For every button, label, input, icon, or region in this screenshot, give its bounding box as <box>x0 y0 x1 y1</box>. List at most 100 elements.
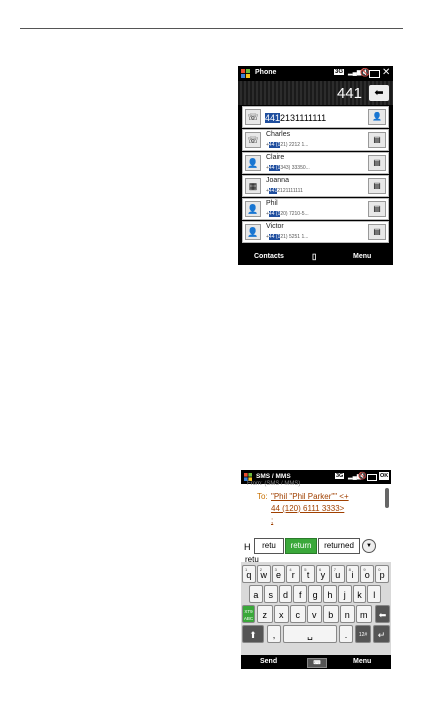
shift-key[interactable]: ⬆ <box>242 625 264 643</box>
key-j[interactable]: j <box>337 585 352 603</box>
key-d[interactable]: d <box>278 585 293 603</box>
key-label: r <box>291 570 295 580</box>
key-c[interactable]: c <box>290 605 306 623</box>
keyboard-toggle-icon[interactable]: ⌨ <box>307 658 327 668</box>
contact-card-icon[interactable]: ▤ <box>368 201 386 217</box>
battery-icon <box>369 70 380 78</box>
list-item[interactable]: 👤 Claire +44 (1343) 33350... ▤ <box>242 152 389 174</box>
contact-name: Joanna <box>266 177 289 184</box>
ok-button[interactable]: OK <box>379 472 390 480</box>
windows-logo-icon[interactable] <box>244 473 252 481</box>
key-label: f <box>299 590 302 600</box>
contact-number: +4412121111111 <box>266 188 303 194</box>
key-f[interactable]: f <box>293 585 308 603</box>
menu-softkey[interactable]: Menu <box>353 658 371 665</box>
key-label: v <box>312 610 317 620</box>
key-number-hint: 0 <box>378 567 381 572</box>
add-contact-icon[interactable]: 👤 <box>368 109 386 125</box>
contact-card-icon[interactable]: ▤ <box>368 178 386 194</box>
phone-status-bar: Phone 3G ▂▄▆ 🔇 ✕ <box>238 66 393 81</box>
chevron-down-icon[interactable]: ▼ <box>362 539 376 553</box>
list-item[interactable]: 👤 Phil +44 (120) 7210-5... ▤ <box>242 198 389 220</box>
backspace-key[interactable]: ⬅ <box>375 605 390 623</box>
key-p[interactable]: 0p <box>375 565 389 583</box>
call-icon[interactable]: ☏ <box>245 132 261 148</box>
contact-name: Claire <box>266 154 285 161</box>
key-o[interactable]: 9o <box>360 565 375 583</box>
contact-card-icon[interactable]: ▤ <box>368 132 386 148</box>
key-e[interactable]: 3e <box>271 565 286 583</box>
key-k[interactable]: k <box>352 585 367 603</box>
suggestion-item-selected[interactable]: return <box>285 538 317 554</box>
sms-app-title: SMS / MMS <box>256 473 291 480</box>
period-key[interactable]: . <box>339 625 353 643</box>
keypad-toggle-icon[interactable]: ▯ <box>312 252 316 261</box>
contact-name: Charles <box>266 131 291 138</box>
space-key[interactable]: ␣ <box>283 625 337 643</box>
key-label: b <box>328 610 334 620</box>
key-a[interactable]: a <box>249 585 263 603</box>
from-field: From: (SMS / MMS) <box>247 481 301 487</box>
key-x[interactable]: x <box>273 605 289 623</box>
send-softkey[interactable]: Send <box>260 658 277 665</box>
sim-icon: ▦ <box>245 178 261 194</box>
key-number-hint: 8 <box>348 567 351 572</box>
key-v[interactable]: v <box>306 605 322 623</box>
close-icon[interactable]: ✕ <box>382 67 390 78</box>
enter-key[interactable]: ↵ <box>373 625 390 643</box>
message-compose-area[interactable]: From: (SMS / MMS) To: "Phil "Phil Parker… <box>241 481 391 564</box>
recipient-line-3[interactable]: ; <box>271 516 273 525</box>
key-z[interactable]: z <box>257 605 273 623</box>
input-mode-key[interactable]: XT9 ABC <box>242 605 255 623</box>
call-icon[interactable]: ☏ <box>245 109 261 125</box>
symbol-key[interactable]: 12# <box>355 625 371 643</box>
key-y[interactable]: 6y <box>316 565 330 583</box>
contact-number: +44 (121) 2212 1... <box>266 142 309 148</box>
key-label: y <box>320 570 326 580</box>
recipient-line-1[interactable]: "Phil "Phil Parker"" <+ <box>271 492 349 501</box>
suggestion-item[interactable]: retu <box>254 538 284 554</box>
network-3g-icon: 3G <box>335 473 345 479</box>
sms-screenshot: SMS / MMS 3G ▂▄▆ 🔇 OK From: (SMS / MMS) … <box>241 470 391 669</box>
backspace-button[interactable]: ⬅ <box>369 85 389 101</box>
message-text[interactable]: H <box>244 542 251 552</box>
scrollbar[interactable] <box>385 488 389 508</box>
key-number-hint: 5 <box>304 567 307 572</box>
key-g[interactable]: g <box>308 585 322 603</box>
recipient-line-2[interactable]: 44 (120) 6111 3333> <box>271 504 344 513</box>
list-item[interactable]: 👤 Victor +44 (121) 5251 1... ▤ <box>242 221 389 243</box>
menu-softkey[interactable]: Menu <box>353 253 371 260</box>
contact-card-icon[interactable]: ▤ <box>368 155 386 171</box>
key-label: x <box>279 610 284 620</box>
comma-key[interactable]: , <box>267 625 281 643</box>
keyboard-row: asd fghj k l <box>241 584 391 604</box>
key-label: i <box>351 570 354 580</box>
key-m[interactable]: m <box>356 605 372 623</box>
windows-logo-icon[interactable] <box>241 69 250 78</box>
key-n[interactable]: n <box>339 605 355 623</box>
key-b[interactable]: b <box>323 605 339 623</box>
key-l[interactable]: l <box>367 585 382 603</box>
list-item[interactable]: ▦ Joanna +4412121111111 ▤ <box>242 175 389 197</box>
key-s[interactable]: s <box>263 585 278 603</box>
key-q[interactable]: 1q <box>242 565 256 583</box>
key-label: d <box>282 590 288 600</box>
key-t[interactable]: 5t <box>301 565 315 583</box>
contacts-softkey[interactable]: Contacts <box>254 253 284 260</box>
network-3g-icon: 3G <box>334 69 345 75</box>
list-item[interactable]: ☏ 4412131111111 👤 <box>242 106 389 128</box>
sms-softkey-bar: Send ⌨ Menu <box>241 655 391 669</box>
key-r[interactable]: 4r <box>286 565 301 583</box>
key-number-hint: 6 <box>319 567 322 572</box>
contact-card-icon[interactable]: ▤ <box>368 224 386 240</box>
keyboard-row: XT9 ABC z x c v bnm <box>241 604 391 624</box>
key-label: t <box>306 570 310 580</box>
key-i[interactable]: 8i <box>345 565 360 583</box>
list-item[interactable]: ☏ Charles +44 (121) 2212 1... ▤ <box>242 129 389 151</box>
key-w[interactable]: 2w <box>256 565 271 583</box>
key-u[interactable]: 7u <box>330 565 345 583</box>
key-number-hint: 1 <box>245 567 248 572</box>
key-h[interactable]: h <box>323 585 337 603</box>
suggestion-item[interactable]: returned <box>318 538 360 554</box>
speaker-muted-icon[interactable]: 🔇 <box>358 472 367 480</box>
